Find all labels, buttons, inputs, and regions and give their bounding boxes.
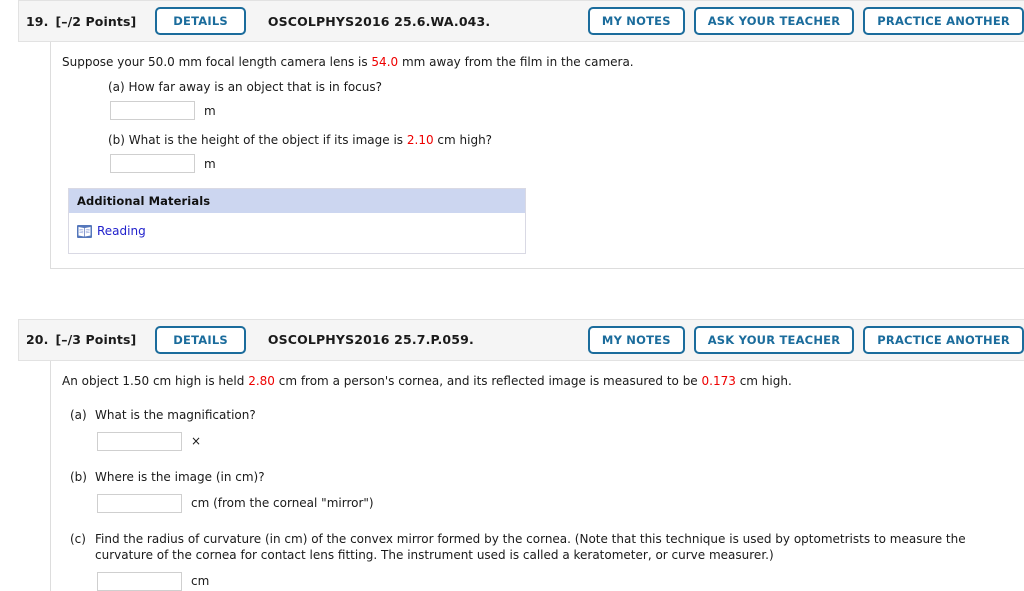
question-20-stem-text-1: An object 1.50 cm high is held <box>62 373 249 388</box>
question-19-part-a-unit: m <box>204 103 216 118</box>
question-20-part-a-input[interactable] <box>97 431 182 451</box>
assignment-page: 19. [–/2 Points] DETAILS OSCOLPHYS2016 2… <box>0 0 1024 591</box>
question-20-number: 20. <box>26 332 49 347</box>
question-19-part-a-input[interactable] <box>110 101 195 120</box>
book-icon <box>77 224 92 238</box>
reading-link-label: Reading <box>97 224 146 238</box>
question-20-part-b-label: (b) <box>70 469 87 484</box>
question-19-stem: Suppose your 50.0 mm focal length camera… <box>62 54 1024 70</box>
question-19-part-a: (a) How far away is an object that is in… <box>108 79 1024 120</box>
question-19-practice-another-button[interactable]: PRACTICE ANOTHER <box>863 7 1024 35</box>
question-20-ask-your-teacher-button[interactable]: ASK YOUR TEACHER <box>693 325 855 354</box>
question-19-body: Suppose your 50.0 mm focal length camera… <box>50 42 1024 269</box>
additional-materials-header: Additional Materials <box>69 189 525 213</box>
question-19-part-b-text: (b) What is the height of the object if … <box>108 132 1024 148</box>
question-19-part-b-answer-row: m <box>110 154 1024 173</box>
question-19-my-notes-button[interactable]: MY NOTES <box>587 7 685 35</box>
question-separator <box>0 269 1024 319</box>
question-20-part-a: (a) What is the magnification? × <box>62 407 1024 451</box>
question-19-part-b-value: 2.10 <box>406 133 434 147</box>
question-20-practice-another-button[interactable]: PRACTICE ANOTHER <box>863 325 1024 354</box>
question-20-part-c: (c) Find the radius of curvature (in cm)… <box>62 531 1024 591</box>
question-20-part-c-text: Find the radius of curvature (in cm) of … <box>95 531 966 562</box>
question-20-details-button[interactable]: DETAILS <box>155 325 246 354</box>
question-19-stem-value: 54.0 <box>371 55 399 69</box>
question-20-part-b-content: Where is the image (in cm)? cm (from the… <box>95 469 1024 513</box>
question-20-part-b: (b) Where is the image (in cm)? cm (from… <box>62 469 1024 513</box>
question-20-part-a-answer-row: × <box>97 431 1006 451</box>
question-19-stem-text-1: Suppose your 50.0 mm focal length camera… <box>62 55 372 69</box>
additional-materials-body: Reading <box>69 213 525 253</box>
question-20-stem-value-1: 2.80 <box>248 373 275 388</box>
question-19-part-b-text-1: (b) What is the height of the object if … <box>108 133 407 147</box>
question-20-part-a-text: What is the magnification? <box>95 407 256 422</box>
question-20-my-notes-button[interactable]: MY NOTES <box>587 325 685 354</box>
question-19-part-a-text: (a) How far away is an object that is in… <box>108 80 382 94</box>
question-19-ask-your-teacher-button[interactable]: ASK YOUR TEACHER <box>693 7 855 35</box>
question-20: 20. [–/3 Points] DETAILS OSCOLPHYS2016 2… <box>0 318 1024 591</box>
question-19-part-b-input[interactable] <box>110 154 195 173</box>
question-20-part-b-text: Where is the image (in cm)? <box>95 469 265 484</box>
question-20-part-b-unit: cm (from the corneal "mirror") <box>191 496 374 510</box>
question-20-part-c-input[interactable] <box>97 571 182 591</box>
question-20-part-c-label: (c) <box>70 531 86 546</box>
question-19: 19. [–/2 Points] DETAILS OSCOLPHYS2016 2… <box>0 0 1024 269</box>
question-19-points: [–/2 Points] <box>55 13 137 29</box>
question-20-stem-text-3: cm high. <box>735 373 792 388</box>
question-20-actions: MY NOTES ASK YOUR TEACHER PRACTICE ANOTH… <box>587 325 1024 354</box>
reading-link[interactable]: Reading <box>77 224 146 238</box>
question-20-part-b-answer-row: cm (from the corneal "mirror") <box>97 493 1006 513</box>
question-19-part-b: (b) What is the height of the object if … <box>108 132 1024 173</box>
question-20-points: [–/3 Points] <box>55 332 137 347</box>
question-20-stem-text-2: cm from a person's cornea, and its refle… <box>274 373 702 388</box>
question-20-part-c-content: Find the radius of curvature (in cm) of … <box>95 531 1024 591</box>
question-19-header: 19. [–/2 Points] DETAILS OSCOLPHYS2016 2… <box>18 0 1024 42</box>
question-19-part-a-answer-row: m <box>110 101 1024 120</box>
question-20-part-c-answer-row: cm <box>97 571 1006 591</box>
question-20-part-c-unit: cm <box>191 574 210 588</box>
question-19-number: 19. <box>26 13 49 29</box>
question-19-part-b-unit: m <box>204 156 216 171</box>
question-20-code: OSCOLPHYS2016 25.7.P.059. <box>267 332 474 347</box>
question-20-body: An object 1.50 cm high is held 2.80 cm f… <box>50 360 1024 591</box>
question-20-stem: An object 1.50 cm high is held 2.80 cm f… <box>62 373 1024 389</box>
question-20-part-b-input[interactable] <box>97 493 182 513</box>
question-19-stem-text-2: mm away from the film in the camera. <box>398 55 634 69</box>
question-19-code: OSCOLPHYS2016 25.6.WA.043. <box>267 13 491 29</box>
additional-materials-panel: Additional Materials Reading <box>68 188 526 254</box>
question-19-part-b-text-2: cm high? <box>433 133 493 147</box>
question-20-stem-value-2: 0.173 <box>701 373 736 388</box>
question-19-details-button[interactable]: DETAILS <box>155 7 246 35</box>
question-20-part-a-unit: × <box>191 434 202 448</box>
question-20-header: 20. [–/3 Points] DETAILS OSCOLPHYS2016 2… <box>18 318 1024 361</box>
question-19-actions: MY NOTES ASK YOUR TEACHER PRACTICE ANOTH… <box>587 7 1024 35</box>
question-20-part-a-label: (a) <box>70 407 87 422</box>
question-20-part-a-content: What is the magnification? × <box>95 407 1024 451</box>
